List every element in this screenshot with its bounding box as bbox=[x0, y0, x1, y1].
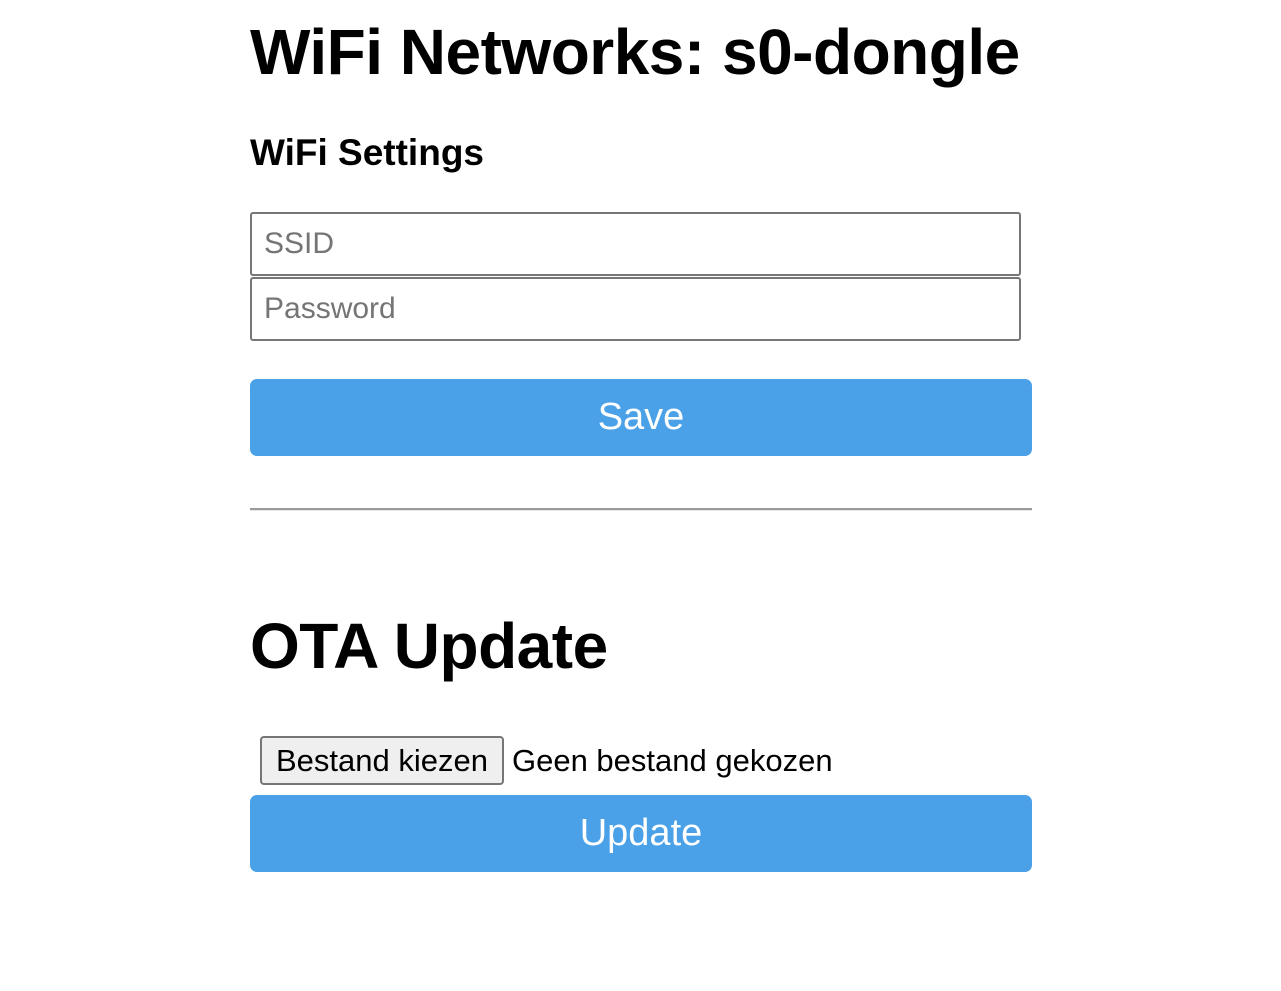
page-title: WiFi Networks: s0-dongle bbox=[250, 16, 1020, 88]
password-input[interactable] bbox=[250, 277, 1021, 341]
save-button[interactable]: Save bbox=[250, 379, 1032, 456]
update-button[interactable]: Update bbox=[250, 795, 1032, 872]
ota-update-title: OTA Update bbox=[250, 610, 608, 682]
choose-file-button[interactable]: Bestand kiezen bbox=[260, 736, 504, 785]
section-divider bbox=[250, 508, 1032, 511]
wifi-settings-title: WiFi Settings bbox=[250, 132, 484, 173]
file-status-text: Geen bestand gekozen bbox=[511, 742, 833, 778]
file-picker: Bestand kiezen Geen bestand gekozen bbox=[260, 736, 833, 785]
ssid-input[interactable] bbox=[250, 212, 1021, 276]
